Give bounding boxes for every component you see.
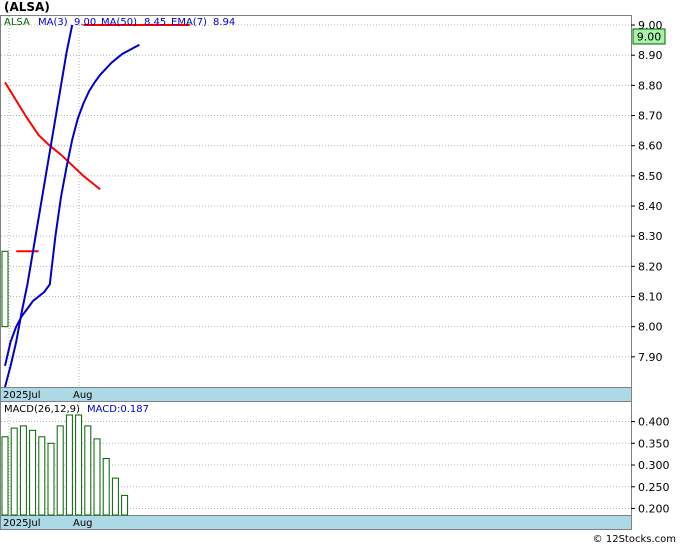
- last-price-badge-text: 9.00: [637, 31, 662, 44]
- price-y-axis: 9.00 8.90 8.80 8.70 8.60 8.50 8.40 8.30 8.20 8.10…: [631, 19, 663, 364]
- legend-ma3-value: 9.00: [74, 17, 96, 28]
- ticker-title: (ALSA): [4, 0, 50, 14]
- price-y-tick-label: 7.90: [638, 351, 663, 364]
- price-y-tick-label: 8.10: [638, 291, 663, 304]
- macd-bar: [93, 438, 101, 516]
- footer-credit: © 12Stocks.com: [593, 534, 676, 545]
- legend-ma3-label: MA(3): [38, 17, 68, 28]
- price-y-tick-label: 8.80: [638, 79, 663, 92]
- price-y-tick-label: 8.50: [638, 170, 663, 183]
- price-x-tick-label: 2025Jul: [3, 390, 41, 401]
- macd-legend-value: MACD:0.187: [87, 404, 149, 415]
- macd-bar: [121, 494, 129, 516]
- price-y-tick-label: 8.40: [638, 200, 663, 213]
- macd-legend-label: MACD(26,12,9): [4, 404, 80, 415]
- macd-bar: [1, 436, 9, 516]
- macd-x-axis-band: [0, 515, 632, 530]
- price-y-tick-label: 8.30: [638, 230, 663, 243]
- macd-x-tick-label: 2025Jul: [3, 518, 41, 529]
- macd-bar: [47, 442, 55, 516]
- macd-x-tick-label: Aug: [73, 518, 93, 529]
- macd-y-tick-label: 0.250: [638, 481, 670, 494]
- macd-y-tick-label: 0.400: [638, 416, 670, 429]
- macd-y-tick-label: 0.350: [638, 437, 670, 450]
- price-y-tick-label: 8.90: [638, 49, 663, 62]
- macd-bar: [75, 414, 83, 516]
- price-y-tick-label: 8.00: [638, 321, 663, 334]
- legend-ma50-value: 8.45: [144, 17, 166, 28]
- macd-bar: [38, 436, 46, 516]
- macd-bar: [56, 425, 64, 516]
- macd-bar: [10, 427, 18, 516]
- macd-bar: [29, 429, 37, 516]
- stock-chart: 9.00 8.90 8.80 8.70 8.60 8.50 8.40 8.30 8.20 8.10…: [0, 0, 676, 545]
- price-y-tick-label: 8.70: [638, 110, 663, 123]
- macd-bar: [102, 458, 110, 516]
- macd-bar: [84, 425, 92, 516]
- legend-ema7-value: 8.94: [213, 17, 235, 28]
- legend-symbol: ALSA: [4, 17, 30, 28]
- price-x-axis-band: [0, 387, 632, 402]
- legend-ema7-label: EMA(7): [171, 17, 207, 28]
- price-y-tick-label: 8.20: [638, 260, 663, 273]
- macd-bar: [65, 414, 73, 516]
- macd-y-tick-label: 0.200: [638, 502, 670, 515]
- macd-y-tick-label: 0.300: [638, 459, 670, 472]
- legend-ma50-label: MA(50): [101, 17, 137, 28]
- price-panel-frame: [0, 15, 632, 388]
- macd-bar: [19, 425, 27, 516]
- price-candle: [1, 250, 9, 328]
- price-y-tick-label: 8.60: [638, 140, 663, 153]
- price-x-tick-label: Aug: [73, 390, 93, 401]
- macd-y-axis: 0.400 0.350 0.300 0.250 0.200: [631, 416, 670, 515]
- macd-bar: [111, 477, 119, 516]
